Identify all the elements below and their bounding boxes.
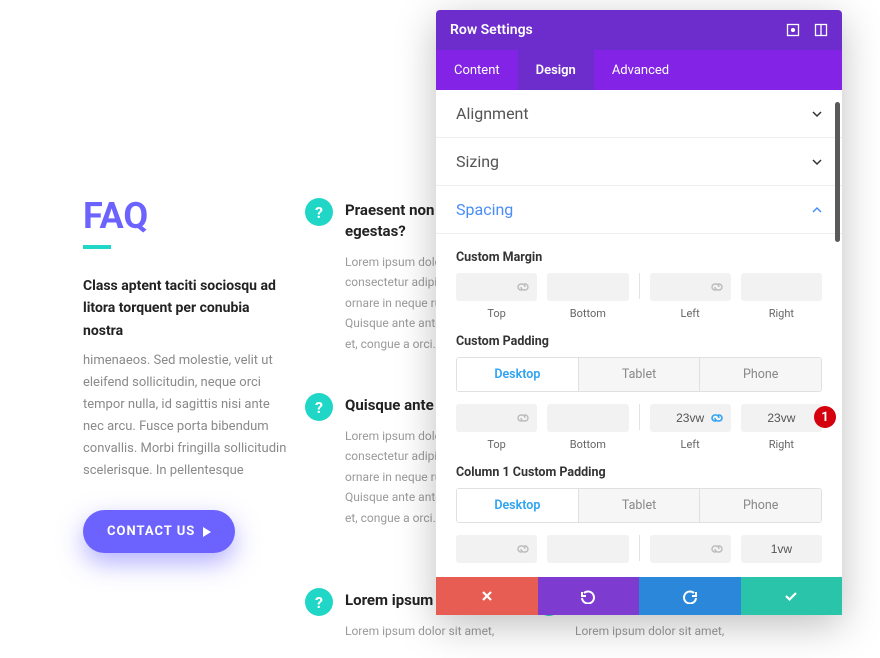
panel-footer xyxy=(436,577,842,615)
panel-title: Row Settings xyxy=(450,22,533,38)
expand-icon[interactable] xyxy=(786,23,800,37)
side-label: Left xyxy=(681,438,700,451)
custom-margin-label: Custom Margin xyxy=(456,250,822,265)
play-icon xyxy=(203,527,211,537)
padding-right-input[interactable] xyxy=(741,404,822,432)
side-label: Top xyxy=(487,307,505,320)
device-desktop[interactable]: Desktop xyxy=(457,358,578,391)
chevron-down-icon xyxy=(812,109,822,119)
separator xyxy=(639,273,640,299)
section-spacing[interactable]: Spacing xyxy=(436,186,842,234)
annotation-badge: 1 xyxy=(814,406,836,428)
snap-icon[interactable] xyxy=(814,23,828,37)
side-label: Left xyxy=(681,307,700,320)
side-label: Bottom xyxy=(570,438,606,451)
custom-padding-label: Custom Padding xyxy=(456,334,822,349)
device-phone[interactable]: Phone xyxy=(699,358,821,391)
contact-us-label: CONTACT US xyxy=(107,524,195,539)
section-alignment[interactable]: Alignment xyxy=(436,90,842,138)
link-icon[interactable] xyxy=(515,410,531,426)
panel-tabs: Content Design Advanced xyxy=(436,50,842,90)
device-tabs: Desktop Tablet Phone xyxy=(456,357,822,392)
side-label: Top xyxy=(487,438,505,451)
device-tablet[interactable]: Tablet xyxy=(578,358,700,391)
faq-answer: Lorem ipsum dolor sit amet, xyxy=(345,621,555,641)
side-label: Right xyxy=(769,438,794,451)
margin-bottom-input[interactable] xyxy=(547,273,628,301)
col1-padding-bottom-input[interactable] xyxy=(547,535,628,563)
separator xyxy=(639,535,640,561)
side-label: Bottom xyxy=(570,307,606,320)
confirm-button[interactable] xyxy=(741,577,843,615)
device-tablet[interactable]: Tablet xyxy=(578,489,700,522)
scrollbar[interactable] xyxy=(835,102,840,242)
panel-header[interactable]: Row Settings xyxy=(436,10,842,50)
device-desktop[interactable]: Desktop xyxy=(457,489,578,522)
device-phone[interactable]: Phone xyxy=(699,489,821,522)
link-icon[interactable] xyxy=(709,541,725,557)
device-tabs: Desktop Tablet Phone xyxy=(456,488,822,523)
tab-content[interactable]: Content xyxy=(436,50,518,90)
link-icon[interactable] xyxy=(515,279,531,295)
undo-button[interactable] xyxy=(538,577,640,615)
chevron-up-icon xyxy=(812,205,822,215)
section-sizing[interactable]: Sizing xyxy=(436,138,842,186)
margin-right-input[interactable] xyxy=(741,273,822,301)
panel-body: Alignment Sizing Spacing Custom Margin T… xyxy=(436,90,842,577)
section-label: Sizing xyxy=(456,152,499,171)
faq-paragraph: himenaeos. Sed molestie, velit ut eleife… xyxy=(83,350,293,483)
separator xyxy=(639,404,640,430)
padding-bottom-input[interactable] xyxy=(547,404,628,432)
faq-title: FAQ xyxy=(83,195,148,237)
question-icon: ? xyxy=(305,393,333,421)
tab-advanced[interactable]: Advanced xyxy=(594,50,687,90)
tab-design[interactable]: Design xyxy=(518,50,594,90)
redo-button[interactable] xyxy=(639,577,741,615)
link-icon[interactable] xyxy=(515,541,531,557)
question-icon: ? xyxy=(305,198,333,226)
question-icon: ? xyxy=(305,588,333,616)
contact-us-button[interactable]: CONTACT US xyxy=(83,510,235,553)
side-label: Right xyxy=(769,307,794,320)
row-settings-panel: Row Settings Content Design Advanced Ali… xyxy=(436,10,842,615)
col1-padding-label: Column 1 Custom Padding xyxy=(456,465,822,480)
faq-subtitle: Class aptent taciti sociosqu ad litora t… xyxy=(83,275,283,342)
link-icon[interactable] xyxy=(709,279,725,295)
cancel-button[interactable] xyxy=(436,577,538,615)
chevron-down-icon xyxy=(812,157,822,167)
faq-answer: Lorem ipsum dolor sit amet, xyxy=(575,621,785,641)
faq-underline xyxy=(83,245,111,249)
section-label: Spacing xyxy=(456,200,513,219)
link-icon[interactable] xyxy=(709,410,725,426)
section-label: Alignment xyxy=(456,104,529,123)
col1-padding-right-input[interactable] xyxy=(741,535,822,563)
